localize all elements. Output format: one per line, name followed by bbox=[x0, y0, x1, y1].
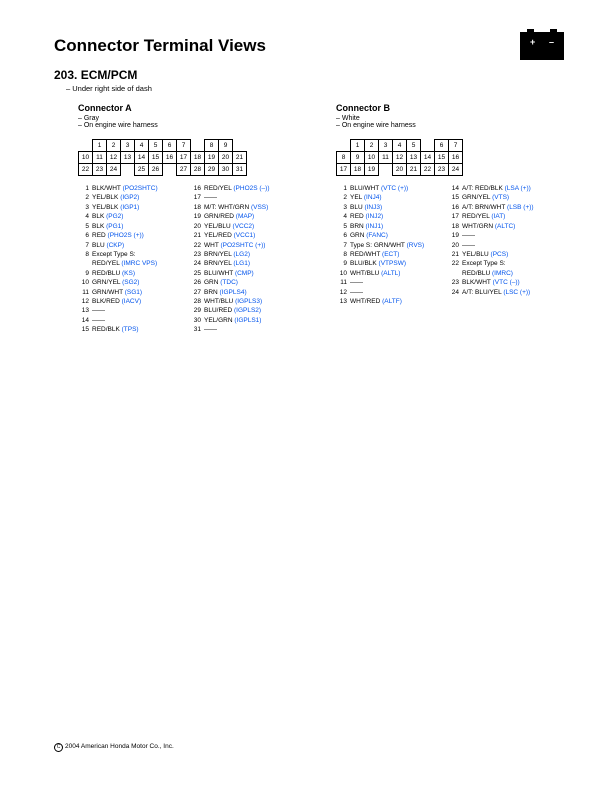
connector-title: Connector A bbox=[78, 103, 290, 113]
battery-icon: +– bbox=[520, 32, 564, 60]
page-title: Connector Terminal Views bbox=[54, 36, 266, 56]
connector-title: Connector B bbox=[336, 103, 548, 113]
connector-a-pins: 1BLK/WHT (PO2SHTC)2YEL/BLK (IGP2)3YEL/BL… bbox=[78, 184, 290, 335]
connector-meta: – Gray– On engine wire harness bbox=[78, 115, 290, 129]
connector-a-grid: 1234567891011121314151617181920212223242… bbox=[78, 139, 247, 176]
connector-b-grid: 123456789101112131415161718192021222324 bbox=[336, 139, 477, 176]
connector-meta: – White– On engine wire harness bbox=[336, 115, 548, 129]
footer-copyright: C2004 American Honda Motor Co., Inc. bbox=[54, 743, 174, 752]
connector-a: Connector A – Gray– On engine wire harne… bbox=[78, 103, 290, 335]
connector-b-pins: 1BLU/WHT (VTC (+))2YEL (INJ4)3BLU (INJ3)… bbox=[336, 184, 548, 306]
section-location: – Under right side of dash bbox=[66, 84, 564, 93]
connector-b: Connector B – White– On engine wire harn… bbox=[336, 103, 548, 335]
section-heading: 203. ECM/PCM bbox=[54, 68, 564, 82]
